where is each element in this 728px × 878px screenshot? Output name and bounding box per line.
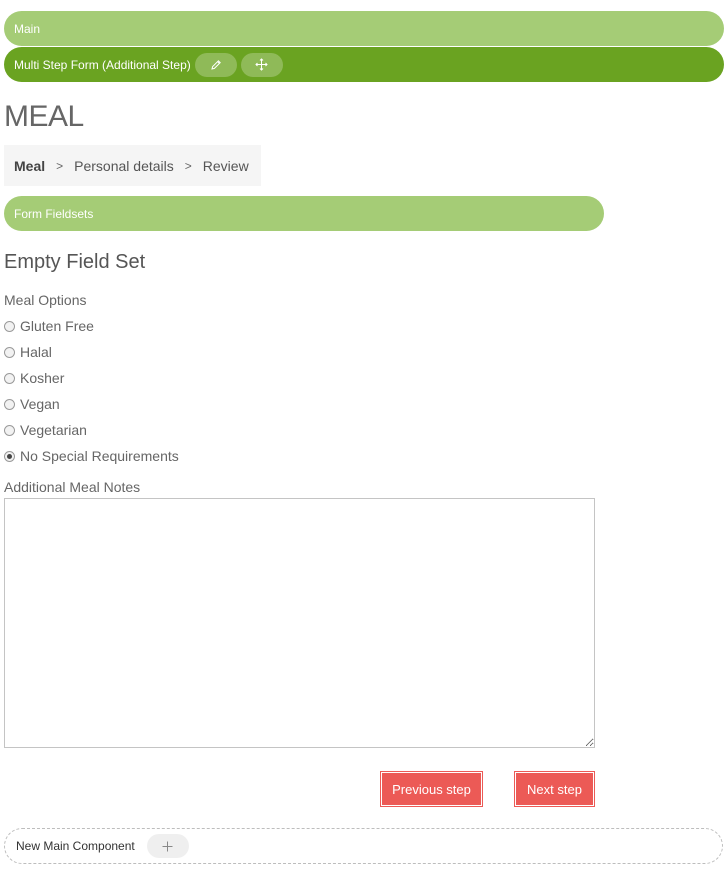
radio-vegetarian[interactable] <box>4 424 15 436</box>
meal-option-kosher[interactable]: Kosher <box>4 370 64 386</box>
meal-option-halal[interactable]: Halal <box>4 344 52 360</box>
meal-option-vegan[interactable]: Vegan <box>4 396 60 412</box>
multi-step-form-bar[interactable]: Multi Step Form (Additional Step) <box>4 47 724 82</box>
new-main-component-label: New Main Component <box>16 839 135 853</box>
previous-step-button[interactable]: Previous step <box>380 771 483 807</box>
plus-icon <box>162 841 173 851</box>
meal-option-gluten-free[interactable]: Gluten Free <box>4 318 94 334</box>
move-component-button[interactable] <box>240 52 283 77</box>
page-title: MEAL <box>4 100 84 133</box>
meal-option-vegetarian[interactable]: Vegetarian <box>4 422 87 438</box>
option-label: Gluten Free <box>20 318 94 334</box>
pencil-icon <box>211 59 221 70</box>
radio-no-special-requirements[interactable] <box>4 450 15 462</box>
move-icon <box>255 58 268 71</box>
radio-vegan[interactable] <box>4 398 15 410</box>
step-personal-details: Personal details <box>74 157 174 174</box>
fieldset-legend: Empty Field Set <box>4 251 146 273</box>
meal-notes-textarea[interactable] <box>4 498 595 748</box>
option-label: Halal <box>20 344 52 360</box>
multi-step-form-label: Multi Step Form (Additional Step) <box>14 57 191 72</box>
option-label: No Special Requirements <box>20 448 179 464</box>
option-label: Vegan <box>20 396 60 412</box>
meal-options-label: Meal Options <box>4 292 87 308</box>
step-separator: > <box>184 158 192 173</box>
form-fieldsets-bar[interactable]: Form Fieldsets <box>4 196 604 231</box>
main-component-bar[interactable]: Main <box>4 11 724 46</box>
step-review: Review <box>202 157 249 174</box>
next-step-button[interactable]: Next step <box>514 771 595 807</box>
meal-option-no-special-requirements[interactable]: No Special Requirements <box>4 448 179 464</box>
step-indicator: Meal > Personal details > Review <box>4 145 261 186</box>
main-component-label: Main <box>14 21 41 36</box>
option-label: Vegetarian <box>20 422 87 438</box>
radio-kosher[interactable] <box>4 372 15 384</box>
form-fieldsets-label: Form Fieldsets <box>14 206 94 221</box>
step-separator: > <box>56 158 64 173</box>
edit-component-button[interactable] <box>194 52 237 77</box>
option-label: Kosher <box>20 370 65 386</box>
add-component-button[interactable] <box>146 834 189 858</box>
step-meal: Meal <box>14 157 46 174</box>
meal-notes-label: Additional Meal Notes <box>4 479 141 495</box>
radio-gluten-free[interactable] <box>4 320 15 332</box>
new-main-component-bar[interactable]: New Main Component <box>4 828 723 864</box>
radio-halal[interactable] <box>4 346 15 358</box>
